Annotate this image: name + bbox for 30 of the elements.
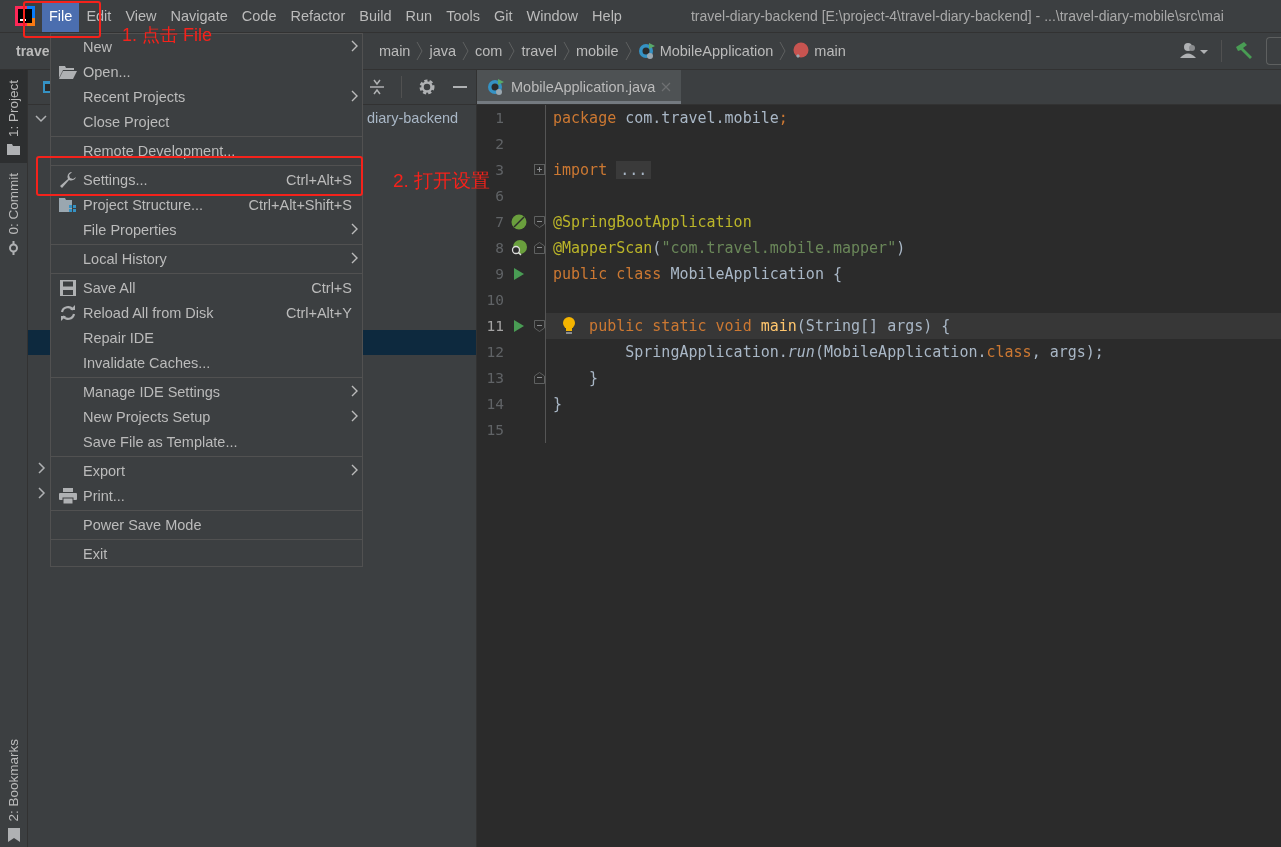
line-number: 11 bbox=[485, 318, 504, 334]
project-name: trave bbox=[16, 43, 50, 59]
line-number: 8 bbox=[494, 240, 504, 256]
code-line: } bbox=[588, 368, 600, 389]
shortcut-label: Ctrl+Alt+S bbox=[285, 171, 352, 188]
code-line: SpringApplication.run(MobileApplication.class, args); bbox=[624, 342, 1105, 363]
line-number: 7 bbox=[494, 214, 504, 230]
code-line: public class MobileApplication { bbox=[552, 264, 843, 285]
window-title: travel-diary-backend [E:\project-4\travel-diary-backend] - ...\travel-diary-mobile\src\mai bbox=[690, 8, 1224, 24]
annotation-label: 1. 点击 File bbox=[122, 24, 213, 47]
line-number: 14 bbox=[485, 396, 504, 412]
line-number: 6 bbox=[494, 188, 504, 204]
line-number: 12 bbox=[485, 344, 504, 360]
line-number: 3 bbox=[494, 162, 504, 178]
code-line: @MapperScan("com.travel.mobile.mapper") bbox=[552, 238, 907, 259]
code-line: package com.travel.mobile; bbox=[552, 108, 789, 129]
shortcut-label: Ctrl+Alt+Shift+S bbox=[248, 196, 352, 213]
code-line: import ... bbox=[546, 157, 1281, 183]
tree-label: diary-backend bbox=[367, 109, 459, 126]
line-number: 1 bbox=[494, 110, 504, 126]
line-number: 2 bbox=[494, 136, 504, 152]
code-line: @SpringBootApplication bbox=[552, 212, 753, 233]
shortcut-label: Ctrl+Alt+Y bbox=[285, 304, 352, 321]
line-number: 13 bbox=[485, 370, 504, 386]
line-number: 9 bbox=[494, 266, 504, 282]
annotation-label: 2. 打开设置 bbox=[393, 169, 491, 193]
shortcut-label: Ctrl+S bbox=[311, 279, 352, 296]
line-number: 10 bbox=[485, 292, 504, 308]
line-number: 15 bbox=[485, 422, 504, 438]
code-line: } bbox=[552, 394, 564, 415]
